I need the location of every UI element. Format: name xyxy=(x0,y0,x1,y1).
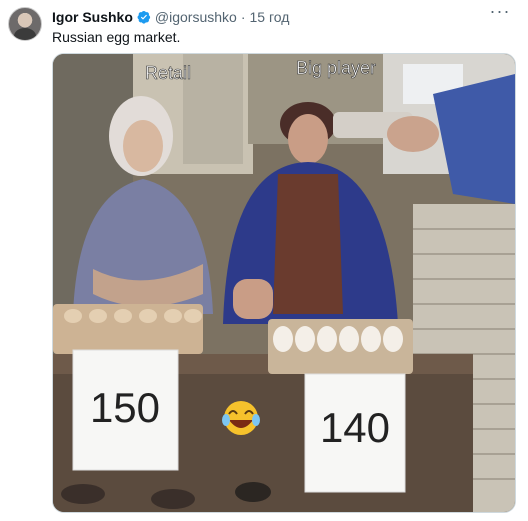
price-right: 140 xyxy=(320,404,390,451)
author-handle[interactable]: @igorsushko xyxy=(155,9,237,25)
separator-dot: · xyxy=(240,9,246,25)
tweet[interactable]: Igor Sushko @igorsushko · 15 год ··· Rus… xyxy=(0,0,528,521)
egg-market-photo: 150 140 Retail Big player xyxy=(53,54,515,512)
tweet-text: Russian egg market. xyxy=(52,29,181,45)
avatar[interactable] xyxy=(8,7,42,41)
tweet-image[interactable]: 150 140 Retail Big player xyxy=(52,53,516,513)
tweet-header: Igor Sushko @igorsushko · 15 год xyxy=(52,8,289,26)
timestamp[interactable]: 15 год xyxy=(250,9,290,25)
caption-retail: Retail xyxy=(145,63,191,83)
price-left: 150 xyxy=(90,384,160,431)
author-name[interactable]: Igor Sushko xyxy=(52,9,133,25)
caption-big-player: Big player xyxy=(296,58,376,78)
verified-badge-icon xyxy=(137,10,151,24)
more-options-icon[interactable]: ··· xyxy=(484,2,516,24)
